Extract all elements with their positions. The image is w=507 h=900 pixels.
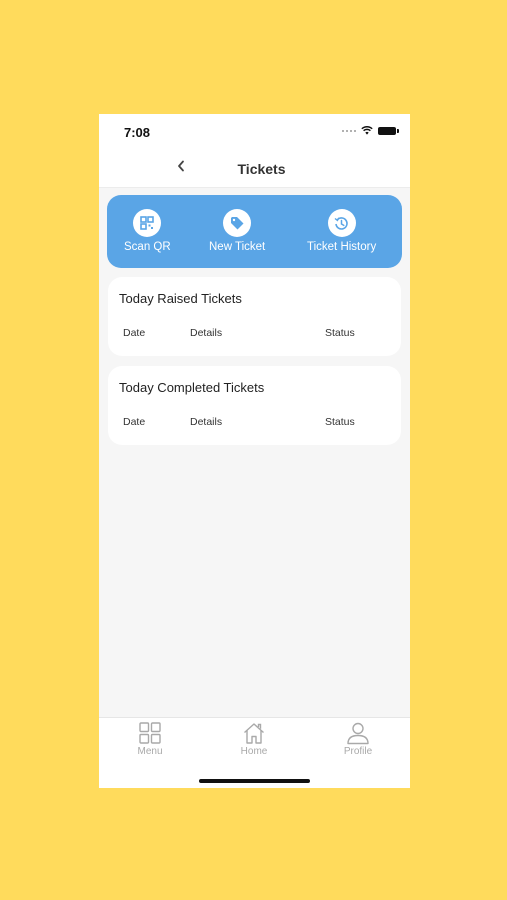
signal-icon [342, 129, 356, 132]
header: Tickets [99, 150, 410, 188]
raised-tickets-card: Today Raised Tickets Date Details Status [108, 277, 401, 356]
completed-tickets-card: Today Completed Tickets Date Details Sta… [108, 366, 401, 445]
card-title: Today Completed Tickets [119, 380, 265, 395]
column-header-date: Date [123, 416, 146, 428]
column-header-details: Details [190, 416, 223, 428]
scan-qr-label: Scan QR [124, 241, 171, 253]
status-icons [342, 126, 399, 135]
page-title: Tickets [237, 161, 286, 177]
ticket-history-label: Ticket History [307, 241, 377, 253]
tab-profile[interactable]: Profile [328, 721, 388, 757]
card-title: Today Raised Tickets [119, 291, 242, 306]
new-ticket-label: New Ticket [209, 241, 266, 253]
column-header-status: Status [325, 416, 355, 428]
grid-icon [139, 722, 161, 744]
wifi-icon [361, 126, 373, 135]
history-icon [327, 209, 356, 237]
tab-menu[interactable]: Menu [120, 721, 180, 757]
bottom-tab-bar: Menu Home Profile [99, 717, 410, 788]
user-icon [347, 722, 369, 745]
column-header-status: Status [325, 327, 355, 339]
battery-icon [378, 126, 399, 135]
ticket-history-button[interactable]: Ticket History [307, 209, 376, 253]
tag-icon [223, 209, 252, 237]
scan-qr-button[interactable]: Scan QR [124, 209, 171, 253]
actions-panel: Scan QR New Ticket Ticket History [107, 195, 402, 268]
column-header-details: Details [190, 327, 223, 339]
column-header-date: Date [123, 327, 146, 339]
tab-profile-label: Profile [343, 746, 373, 757]
home-icon [244, 723, 264, 744]
phone-screen: 7:08 Tickets Scan QR New Ticket Ticket H… [99, 114, 410, 788]
qr-code-icon [133, 209, 162, 237]
tab-menu-label: Menu [137, 746, 163, 757]
new-ticket-button[interactable]: New Ticket [209, 209, 265, 253]
tab-home[interactable]: Home [224, 721, 284, 757]
home-indicator [199, 779, 310, 783]
status-time: 7:08 [124, 125, 151, 140]
tab-home-label: Home [240, 746, 268, 757]
status-bar: 7:08 [99, 114, 410, 150]
